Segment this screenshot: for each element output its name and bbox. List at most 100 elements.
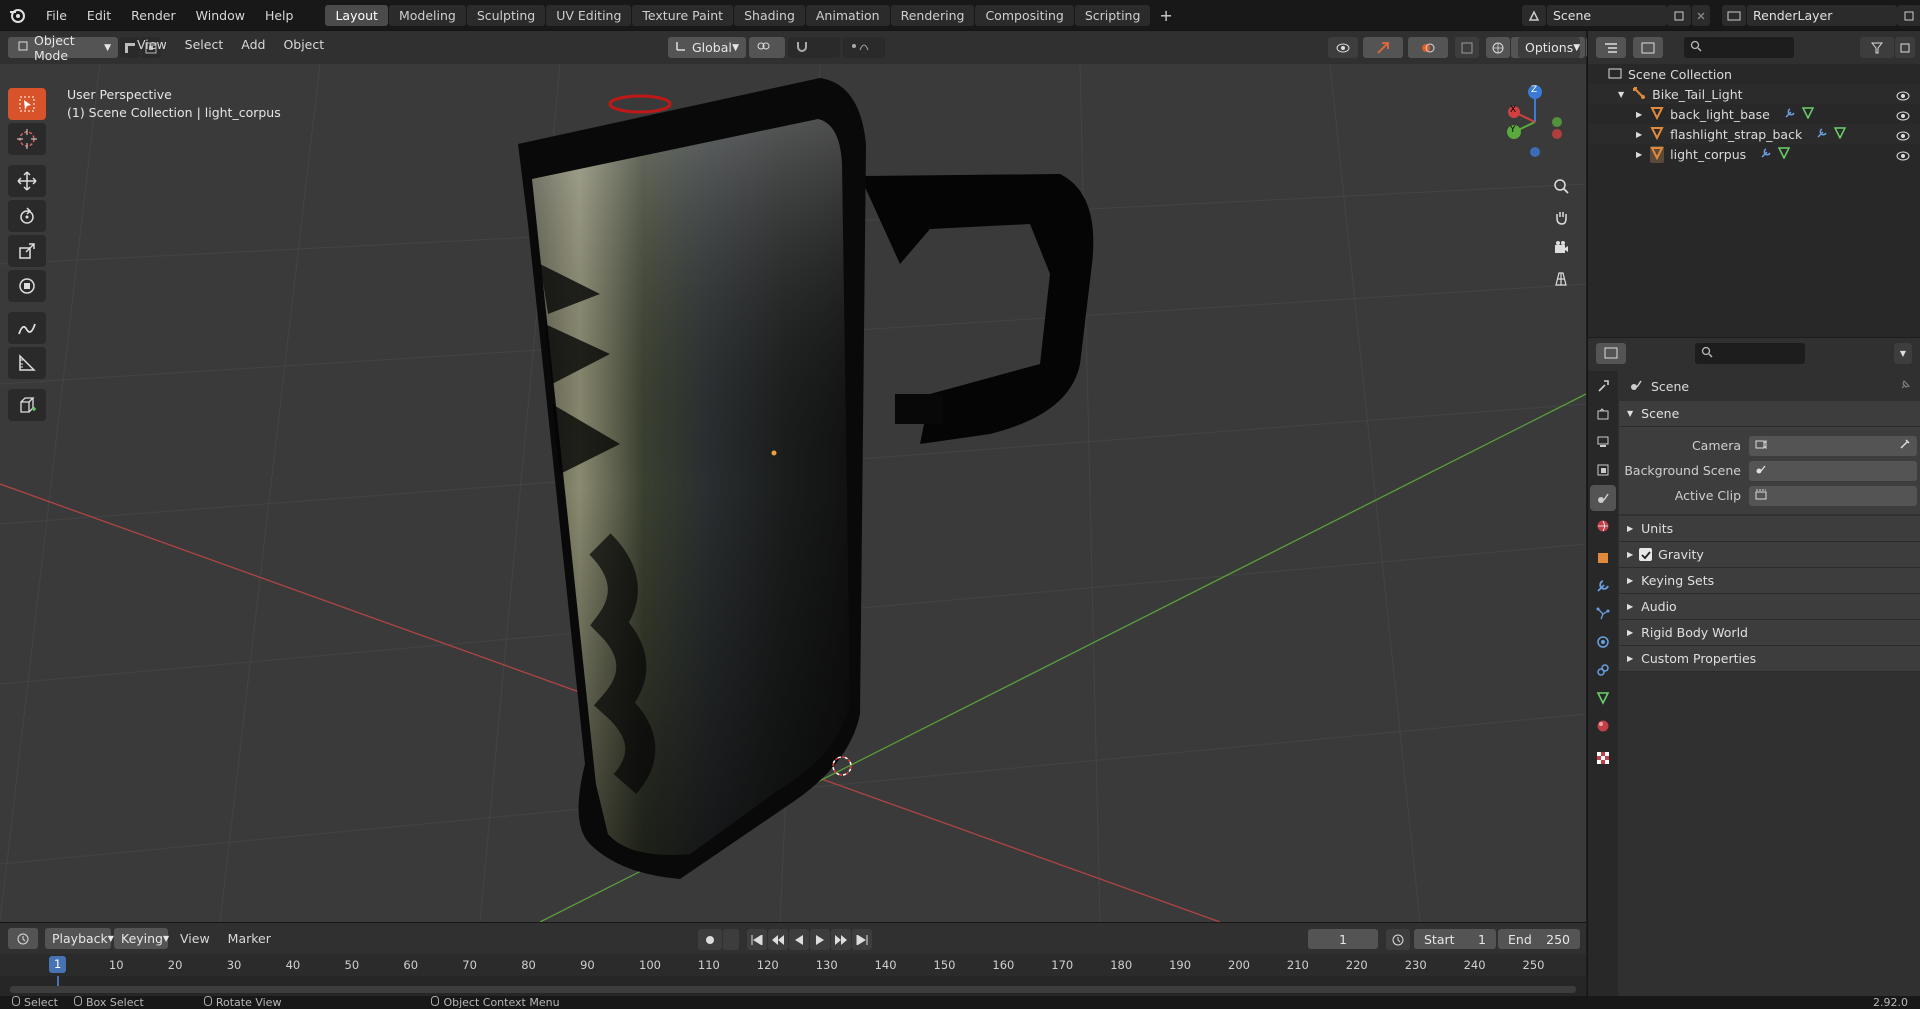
annotate-tool-icon[interactable] xyxy=(8,312,46,344)
tab-sculpting[interactable]: Sculpting xyxy=(466,4,546,26)
jump-start-icon[interactable] xyxy=(747,929,767,950)
eye-icon[interactable] xyxy=(1896,89,1910,101)
tab-modeling[interactable]: Modeling xyxy=(388,4,466,26)
play-reverse-icon[interactable] xyxy=(789,929,809,950)
chevron-right-icon[interactable]: ▶ xyxy=(1636,150,1642,159)
timeline-menu-marker[interactable]: Marker xyxy=(219,931,280,946)
menu-add[interactable]: Add xyxy=(232,37,274,52)
delete-scene-icon[interactable] xyxy=(1692,5,1710,26)
tree-row-light-corpus[interactable]: ▶ light_corpus xyxy=(1588,144,1920,164)
move-tool-icon[interactable] xyxy=(8,165,46,197)
overlays-toggle-icon[interactable] xyxy=(1408,37,1448,58)
object-tab-icon[interactable] xyxy=(1590,545,1616,571)
data-tab-icon[interactable] xyxy=(1590,685,1616,711)
modifier-wrench-icon[interactable] xyxy=(1816,127,1828,142)
gravity-checkbox[interactable] xyxy=(1639,548,1653,561)
modifier-wrench-icon[interactable] xyxy=(1784,107,1796,122)
measure-tool-icon[interactable] xyxy=(8,347,46,379)
auto-key-options-icon[interactable] xyxy=(723,929,739,950)
eye-icon[interactable] xyxy=(1896,149,1910,161)
add-cube-tool-icon[interactable] xyxy=(8,389,46,421)
mesh-data-icon[interactable] xyxy=(1833,126,1847,142)
menu-view[interactable]: View xyxy=(128,37,176,52)
properties-editor-type-icon[interactable] xyxy=(1596,342,1626,364)
view-layer-tab-icon[interactable] xyxy=(1590,457,1616,483)
timeline-body[interactable]: 1 10 20 30 40 50 60 70 80 90 100 110 120 130 140 150 160… xyxy=(0,954,1586,996)
zoom-icon[interactable] xyxy=(1547,172,1575,200)
select-box-tool-icon[interactable] xyxy=(8,88,46,120)
tab-shading[interactable]: Shading xyxy=(734,4,805,26)
view-layer-icon[interactable] xyxy=(1722,5,1746,26)
gizmo-toggle-icon[interactable] xyxy=(1363,37,1403,58)
tree-row-bike-tail-light[interactable]: ▼ Bike_Tail_Light xyxy=(1588,84,1920,104)
scene-tab-icon[interactable] xyxy=(1590,485,1616,511)
properties-options-icon[interactable]: ▼ xyxy=(1894,342,1912,364)
scene-name-field[interactable]: Scene xyxy=(1547,5,1667,26)
keying-dropdown[interactable]: Keying ▼ xyxy=(114,928,169,949)
tree-row-scene-collection[interactable]: Scene Collection xyxy=(1588,64,1920,84)
scene-panel-header[interactable]: ▼ Scene xyxy=(1619,401,1920,427)
new-scene-icon[interactable] xyxy=(1667,5,1691,26)
menu-render[interactable]: Render xyxy=(121,0,186,31)
scale-tool-icon[interactable] xyxy=(8,235,46,267)
tab-rendering[interactable]: Rendering xyxy=(890,4,975,26)
tab-layout[interactable]: Layout xyxy=(325,4,388,26)
rotate-tool-icon[interactable] xyxy=(8,200,46,232)
transform-tool-icon[interactable] xyxy=(8,270,46,302)
tree-row-back-light-base[interactable]: ▶ back_light_base xyxy=(1588,104,1920,124)
new-collection-icon[interactable] xyxy=(1895,37,1915,58)
keying-sets-panel-header[interactable]: ▶ Keying Sets xyxy=(1619,568,1920,594)
outliner-search-input[interactable] xyxy=(1684,37,1794,58)
blender-logo-icon[interactable] xyxy=(6,4,28,26)
menu-select[interactable]: Select xyxy=(176,37,233,52)
audio-panel-header[interactable]: ▶ Audio xyxy=(1619,594,1920,620)
pivot-point-dropdown[interactable] xyxy=(749,37,785,58)
3d-viewport[interactable]: User Perspective (1) Scene Collection | … xyxy=(0,64,1586,922)
particles-tab-icon[interactable] xyxy=(1590,601,1616,627)
jump-end-icon[interactable] xyxy=(852,929,872,950)
tab-uv-editing[interactable]: UV Editing xyxy=(546,4,632,26)
properties-search-input[interactable] xyxy=(1695,342,1805,364)
camera-field[interactable] xyxy=(1749,435,1917,456)
next-keyframe-icon[interactable] xyxy=(831,929,851,950)
shading-wireframe-icon[interactable] xyxy=(1486,37,1510,58)
units-panel-header[interactable]: ▶ Units xyxy=(1619,516,1920,542)
menu-file[interactable]: File xyxy=(36,0,77,31)
menu-edit[interactable]: Edit xyxy=(77,0,121,31)
xray-toggle-icon[interactable] xyxy=(1455,37,1479,58)
menu-window[interactable]: Window xyxy=(186,0,255,31)
menu-help[interactable]: Help xyxy=(255,0,304,31)
record-icon[interactable] xyxy=(698,929,722,950)
tab-compositing[interactable]: Compositing xyxy=(975,4,1074,26)
tab-texture-paint[interactable]: Texture Paint xyxy=(632,4,734,26)
scene-icon[interactable] xyxy=(1522,5,1546,26)
eye-icon[interactable] xyxy=(1896,129,1910,141)
tool-tab-icon[interactable] xyxy=(1590,373,1616,399)
current-frame-field[interactable]: 1 xyxy=(1308,929,1378,949)
cursor-tool-icon[interactable] xyxy=(8,123,46,155)
texture-tab-icon[interactable] xyxy=(1590,745,1616,771)
end-frame-field[interactable]: End 250 xyxy=(1498,929,1580,949)
custom-properties-panel-header[interactable]: ▶ Custom Properties xyxy=(1619,646,1920,672)
output-tab-icon[interactable] xyxy=(1590,429,1616,455)
add-workspace-button[interactable]: + xyxy=(1151,6,1180,25)
timeline-menu-view[interactable]: View xyxy=(171,931,219,946)
visibility-icon[interactable] xyxy=(1328,37,1358,58)
start-frame-field[interactable]: Start 1 xyxy=(1414,929,1496,949)
mesh-data-icon[interactable] xyxy=(1777,146,1791,162)
play-icon[interactable] xyxy=(810,929,830,950)
chevron-right-icon[interactable]: ▶ xyxy=(1636,130,1642,139)
filter-icon[interactable] xyxy=(1860,37,1894,58)
chevron-right-icon[interactable]: ▶ xyxy=(1636,110,1642,119)
new-view-layer-icon[interactable] xyxy=(1897,5,1920,26)
tab-scripting[interactable]: Scripting xyxy=(1074,4,1151,26)
gravity-panel-header[interactable]: ▶ Gravity xyxy=(1619,542,1920,568)
chevron-down-icon[interactable]: ▼ xyxy=(1618,90,1624,99)
pin-icon[interactable] xyxy=(1899,379,1911,394)
mode-dropdown[interactable]: Object Mode ▼ xyxy=(10,33,118,63)
world-tab-icon[interactable] xyxy=(1590,513,1616,539)
perspective-toggle-icon[interactable] xyxy=(1547,265,1575,293)
modifier-wrench-icon[interactable] xyxy=(1760,147,1772,162)
orientation-dropdown[interactable]: Global ▼ xyxy=(668,37,746,58)
mesh-data-icon[interactable] xyxy=(1801,106,1815,122)
